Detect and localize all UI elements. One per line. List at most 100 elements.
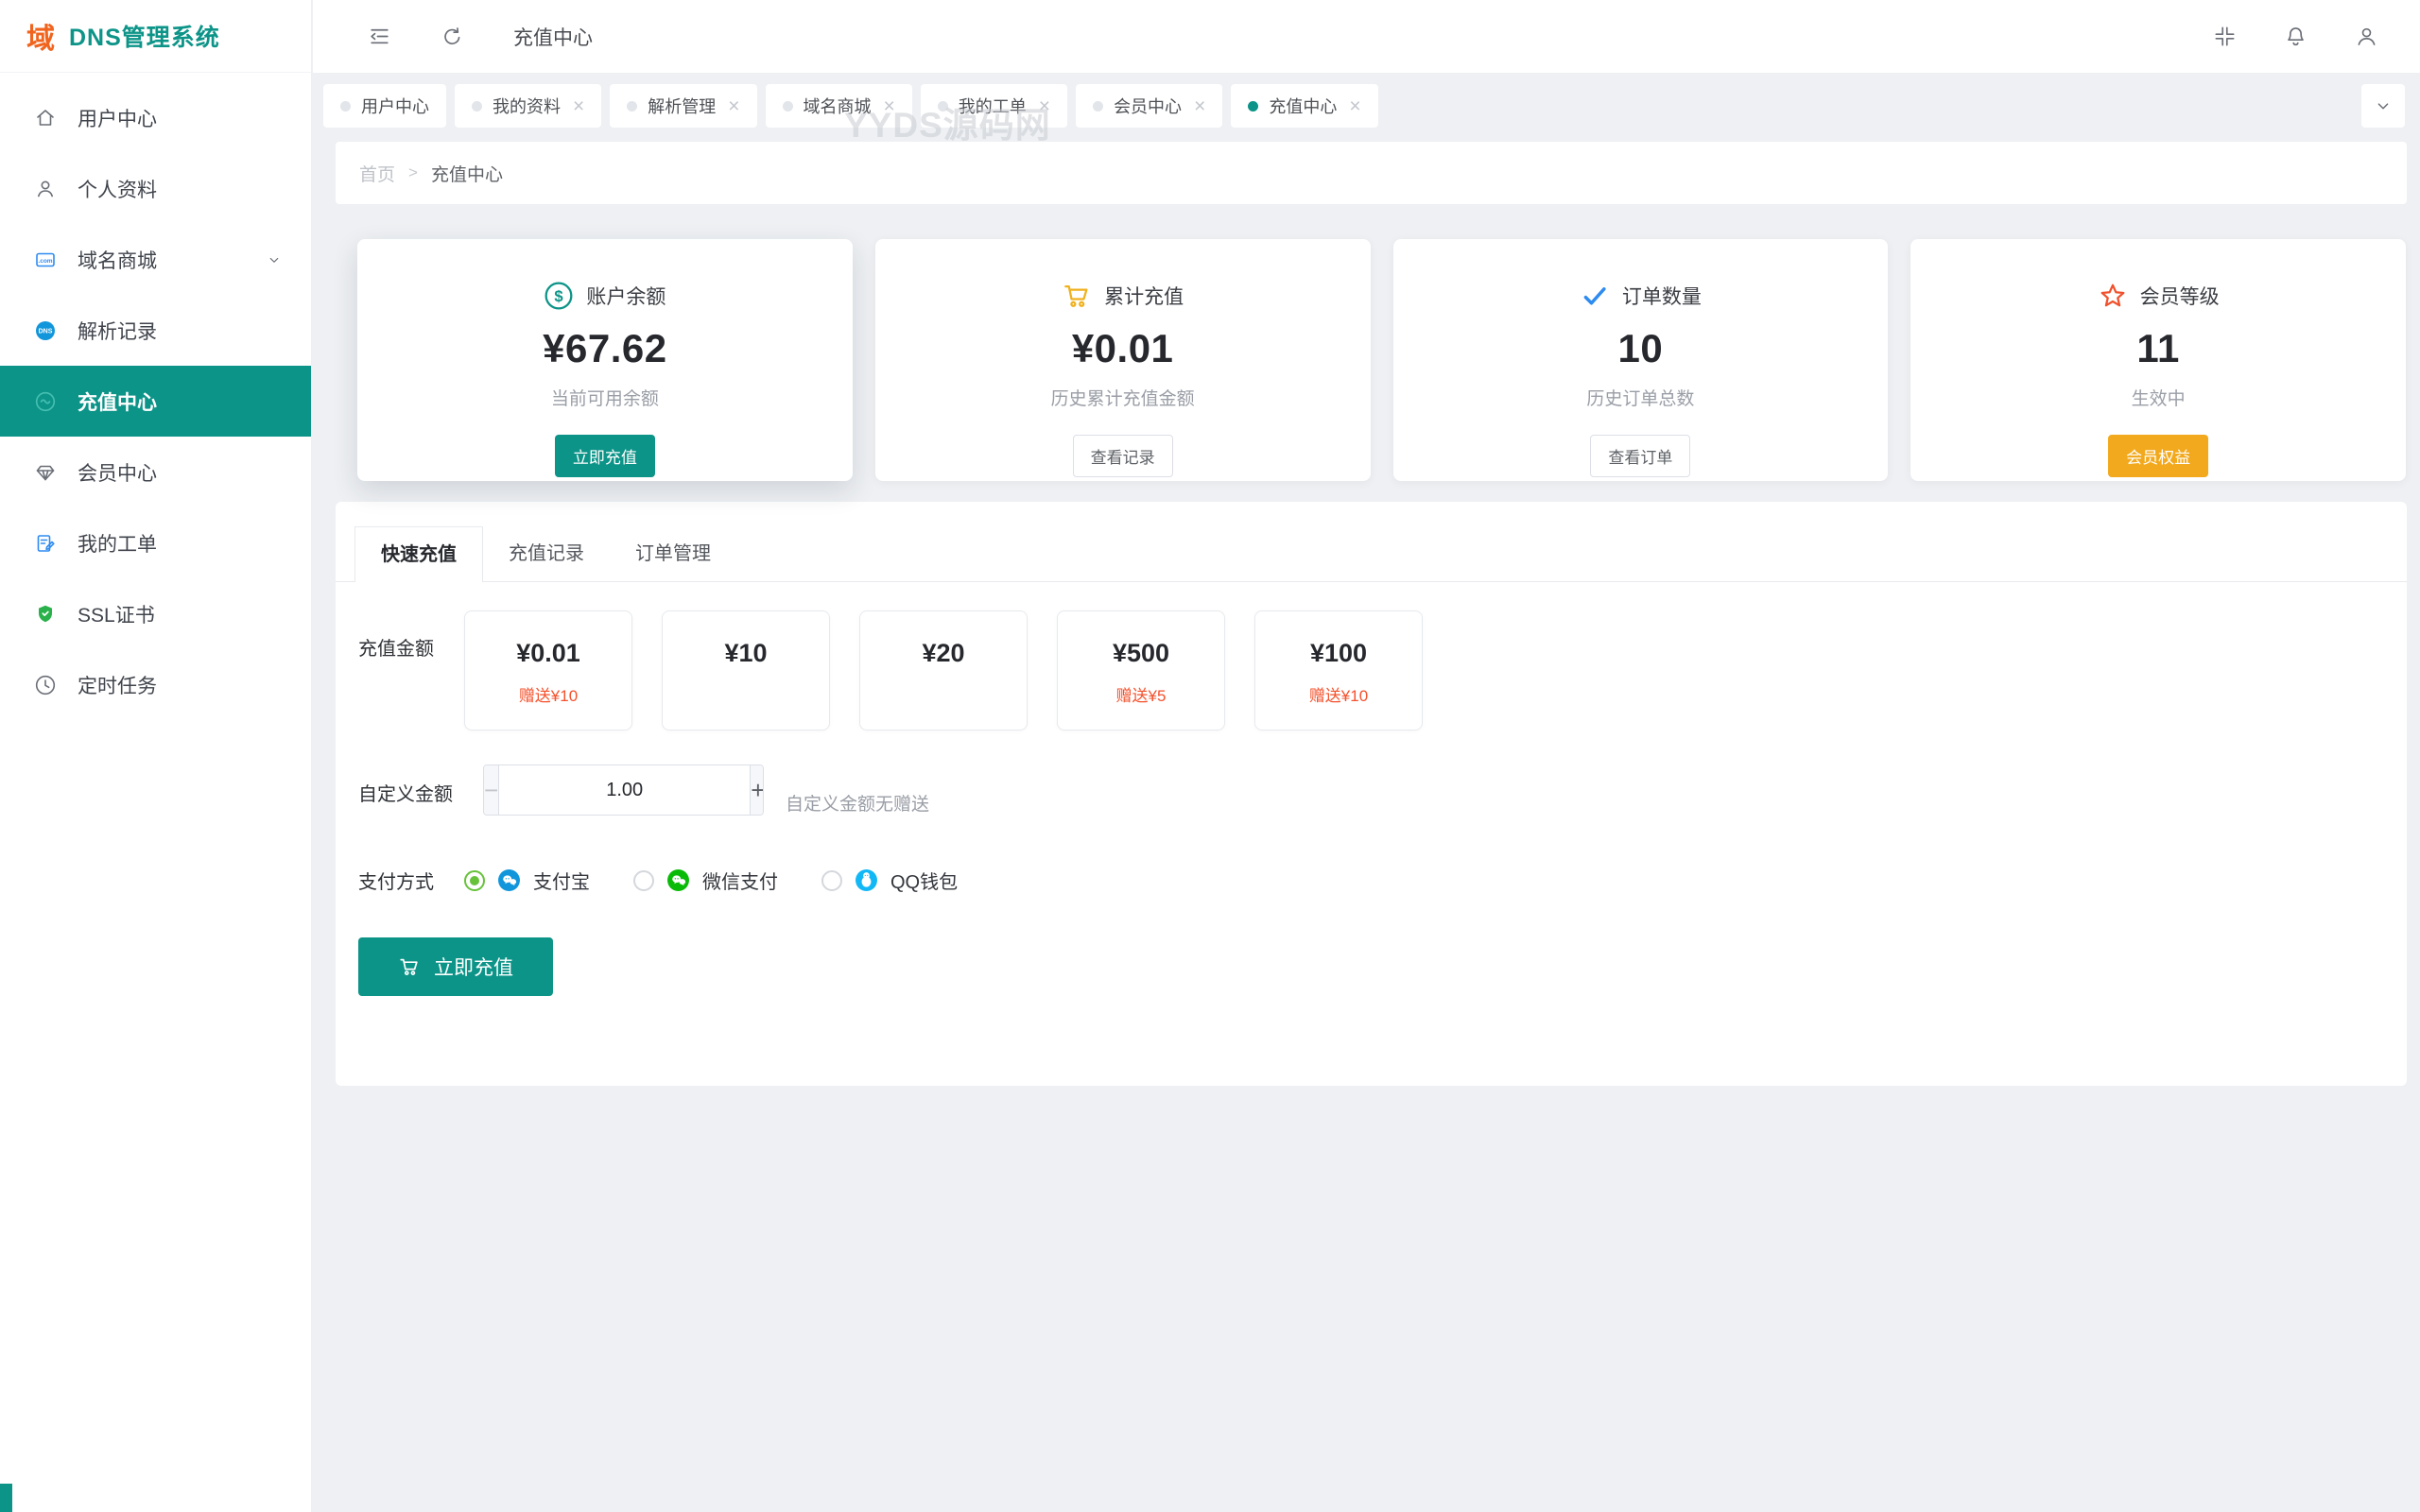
member-benefits-button[interactable]: 会员权益 <box>2108 435 2208 477</box>
order-count-value: 10 <box>1618 326 1664 371</box>
decrease-button[interactable]: − <box>484 765 499 815</box>
tab-dot-icon <box>472 101 482 112</box>
tab-quick-recharge[interactable]: 快速充值 <box>354 526 483 581</box>
sidebar-item-label: 我的工单 <box>78 529 157 558</box>
chevron-down-icon <box>266 251 283 268</box>
card-subtitle: 生效中 <box>2132 385 2186 410</box>
tab-label: 充值中心 <box>1269 94 1337 118</box>
sidebar-scroll-indicator <box>0 1484 12 1512</box>
view-orders-button[interactable]: 查看订单 <box>1590 435 1690 477</box>
amount-option[interactable]: ¥100 赠送¥10 <box>1254 610 1423 730</box>
amount-value: ¥500 <box>1058 639 1224 668</box>
sidebar-item-ssl-cert[interactable]: SSL证书 <box>0 578 311 649</box>
close-icon[interactable]: × <box>573 96 584 116</box>
sidebar-item-profile[interactable]: 个人资料 <box>0 153 311 224</box>
view-records-button[interactable]: 查看记录 <box>1073 435 1173 477</box>
sidebar-item-label: 个人资料 <box>78 175 157 203</box>
payment-option-label: QQ钱包 <box>890 867 958 894</box>
logo-icon: 域 <box>26 15 55 57</box>
tab-domain-shop[interactable]: 域名商城 × <box>766 84 912 128</box>
close-icon[interactable]: × <box>1194 96 1205 116</box>
submit-label: 立即充值 <box>434 953 513 981</box>
fullscreen-icon[interactable] <box>2213 25 2237 48</box>
notification-bell-icon[interactable] <box>2284 25 2308 48</box>
amount-option[interactable]: ¥0.01 赠送¥10 <box>464 610 632 730</box>
svg-text:DNS: DNS <box>39 328 53 335</box>
recharge-now-button[interactable]: 立即充值 <box>555 435 655 477</box>
tab-dot-icon <box>340 101 351 112</box>
breadcrumb: 首页 > 充值中心 <box>336 142 2407 204</box>
payment-option-wechat[interactable]: 微信支付 <box>633 867 778 894</box>
app-logo: 域 DNS管理系统 <box>0 0 311 73</box>
sidebar-item-member-center[interactable]: 会员中心 <box>0 437 311 507</box>
sidebar-item-domain-shop[interactable]: .com 域名商城 <box>0 224 311 295</box>
tab-order-manage[interactable]: 订单管理 <box>610 526 736 581</box>
check-icon <box>1580 281 1610 311</box>
amount-option[interactable]: ¥20 <box>859 610 1028 730</box>
diamond-icon <box>34 461 57 484</box>
sidebar-item-cron-tasks[interactable]: 定时任务 <box>0 649 311 720</box>
tab-recharge-center[interactable]: 充值中心 × <box>1231 84 1377 128</box>
card-subtitle: 历史订单总数 <box>1586 385 1694 410</box>
payment-option-qq[interactable]: QQ钱包 <box>821 867 958 894</box>
amount-value: ¥20 <box>860 639 1027 668</box>
custom-amount-note: 自定义金额无赠送 <box>786 765 929 816</box>
sidebar-item-recharge-center[interactable]: 充值中心 <box>0 366 311 437</box>
tab-overflow-button[interactable] <box>2361 84 2405 128</box>
sidebar-menu: 用户中心 个人资料 .com 域名商城 DNS 解析记录 充值中心 会员中心 我… <box>0 73 311 720</box>
ssl-shield-icon <box>34 603 57 626</box>
close-icon[interactable]: × <box>1039 96 1050 116</box>
tab-my-tickets[interactable]: 我的工单 × <box>921 84 1067 128</box>
radio-checked-icon[interactable] <box>464 870 485 891</box>
tab-label: 用户中心 <box>361 94 429 118</box>
sidebar-item-label: 解析记录 <box>78 317 157 345</box>
breadcrumb-home[interactable]: 首页 <box>359 161 395 186</box>
increase-button[interactable]: + <box>750 765 764 815</box>
collapse-sidebar-icon[interactable] <box>368 25 391 48</box>
wechat-icon <box>666 868 691 893</box>
member-level-card: 会员等级 11 生效中 会员权益 <box>1910 239 2406 481</box>
recharge-panel: 快速充值 充值记录 订单管理 充值金额 ¥0.01 赠送¥10 ¥10 ¥ <box>336 502 2407 1086</box>
page-title: 充值中心 <box>513 23 593 51</box>
submit-recharge-button[interactable]: 立即充值 <box>358 937 553 996</box>
tab-my-profile[interactable]: 我的资料 × <box>455 84 601 128</box>
sidebar-item-user-center[interactable]: 用户中心 <box>0 82 311 153</box>
tab-label: 我的工单 <box>959 94 1027 118</box>
payment-option-label: 支付宝 <box>533 867 590 894</box>
cart-icon <box>398 955 421 978</box>
sidebar-item-my-tickets[interactable]: 我的工单 <box>0 507 311 578</box>
sidebar-item-label: 定时任务 <box>78 671 157 699</box>
tab-dns-manage[interactable]: 解析管理 × <box>610 84 756 128</box>
refresh-icon[interactable] <box>441 25 464 48</box>
close-icon[interactable]: × <box>884 96 895 116</box>
custom-amount-row: 自定义金额 − + 自定义金额无赠送 <box>358 765 2407 816</box>
svg-text:.com: .com <box>38 258 52 265</box>
radio-icon[interactable] <box>633 870 654 891</box>
custom-amount-input[interactable] <box>499 765 750 815</box>
payment-option-alipay[interactable]: 支付宝 <box>464 867 590 894</box>
user-avatar-icon[interactable] <box>2355 25 2378 48</box>
tab-recharge-history[interactable]: 充值记录 <box>483 526 610 581</box>
card-title: 账户余额 <box>586 282 666 310</box>
total-recharge-value: ¥0.01 <box>1072 326 1174 371</box>
sidebar-item-label: SSL证书 <box>78 600 155 628</box>
amount-value: ¥100 <box>1255 639 1422 668</box>
total-recharge-card: 累计充值 ¥0.01 历史累计充值金额 查看记录 <box>875 239 1371 481</box>
amount-option[interactable]: ¥10 <box>662 610 830 730</box>
tab-user-center[interactable]: 用户中心 <box>323 84 446 128</box>
amount-option[interactable]: ¥500 赠送¥5 <box>1057 610 1225 730</box>
home-icon <box>34 107 57 129</box>
tab-member-center[interactable]: 会员中心 × <box>1076 84 1222 128</box>
amount-bonus: 赠送¥5 <box>1058 682 1224 706</box>
dollar-circle-icon: $ <box>544 281 574 311</box>
sidebar-item-dns-records[interactable]: DNS 解析记录 <box>0 295 311 366</box>
tab-dot-icon <box>1093 101 1103 112</box>
card-title: 订单数量 <box>1622 282 1702 310</box>
card-subtitle: 当前可用余额 <box>551 385 659 410</box>
custom-amount-label: 自定义金额 <box>358 765 464 806</box>
close-icon[interactable]: × <box>728 96 739 116</box>
radio-icon[interactable] <box>821 870 842 891</box>
close-icon[interactable]: × <box>1349 96 1360 116</box>
amount-bonus: 赠送¥10 <box>465 682 631 706</box>
card-title: 累计充值 <box>1104 282 1184 310</box>
